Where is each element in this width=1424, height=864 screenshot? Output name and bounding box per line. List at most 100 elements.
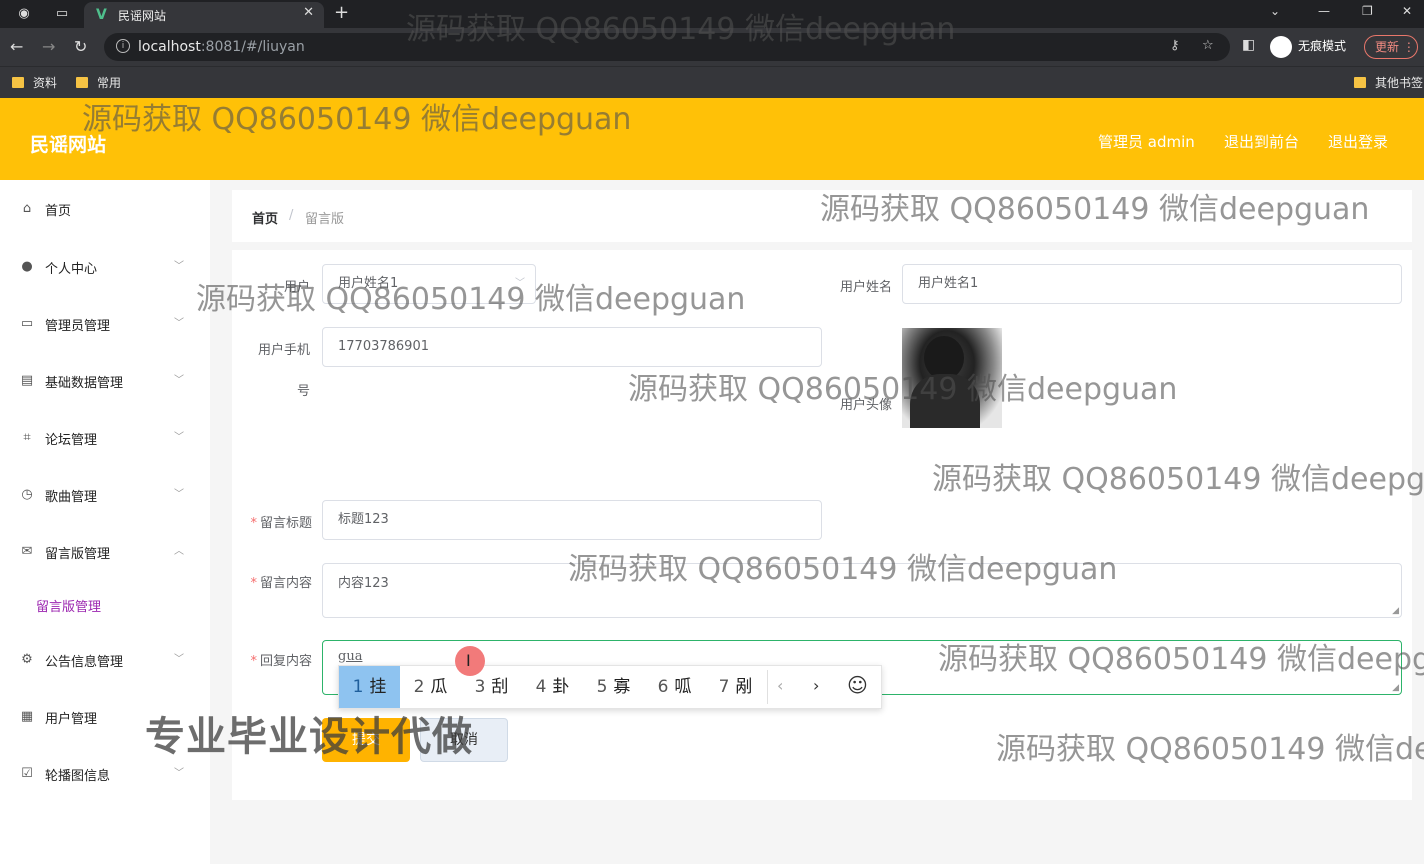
phone-field[interactable]: 17703786901 [322,327,822,367]
sidebar-item-label: 基础数据管理 [45,376,124,391]
incognito-indicator[interactable]: 无痕模式 [1270,34,1346,58]
content-value: 内容123 [338,576,389,591]
new-tab-icon[interactable]: + [334,2,349,23]
ime-candidate[interactable]: 2瓜 [400,666,461,708]
watermark: 源码获取 QQ86050149 微信deepguan [932,462,1424,497]
tab-close-icon[interactable]: ✕ [303,5,314,20]
breadcrumb-separator: / [289,208,294,223]
reload-icon[interactable]: ↻ [74,37,87,56]
sidebar-item-label: 管理员管理 [45,319,111,334]
maximize-icon[interactable]: ❐ [1362,4,1373,18]
reply-label: * 回复内容 [250,654,312,669]
back-to-front-link[interactable]: 退出到前台 [1224,131,1299,152]
sidebar-subitem-guestbook[interactable]: 留言版管理 [36,596,101,615]
watermark: 源码获取 QQ86050149 微信deepguan [628,372,1178,407]
chevron-down-icon: ﹀ [174,318,184,329]
text-cursor-icon: I [466,651,471,670]
user-icon: ● [21,259,33,274]
chevron-up-icon: ︿ [174,546,184,557]
sidebar-item-basedata[interactable]: ▤ 基础数据管理 ﹀ [0,361,210,401]
bookmark-folder[interactable]: 资料 [12,74,57,91]
doc-icon: ▦ [20,709,34,724]
forward-icon[interactable]: → [42,37,55,56]
reply-value: gua [338,649,363,664]
chevron-down-icon: ﹀ [174,261,184,272]
sidebar-item-notices[interactable]: ⚙ 公告信息管理 ﹀ [0,640,210,680]
sidebar-item-label: 歌曲管理 [45,490,98,505]
ime-candidate[interactable]: 1挂 [339,666,400,708]
folder-icon [1354,77,1366,88]
chevron-down-icon: ﹀ [174,375,184,386]
watermark-large: 专业毕业设计代做 [145,714,473,760]
ime-separator [767,670,768,704]
watermark: 源码获取 QQ86050149 微信deepguan [820,192,1370,227]
url-text: localhost:8081/#/liuyan [138,39,305,55]
folder-icon [12,77,24,88]
content-label: * 留言内容 [250,576,312,591]
check-icon: ☑ [21,766,33,781]
sidepanel-icon[interactable]: ◧ [1242,37,1255,53]
chevron-down-icon: ﹀ [174,768,184,779]
sidebar-item-label: 个人中心 [45,262,98,277]
chevron-down-icon: ﹀ [174,489,184,500]
site-info-icon[interactable]: i [116,39,130,53]
user-name-field[interactable]: 用户姓名1 [902,264,1402,304]
ime-prev-icon[interactable]: ‹ [777,676,783,695]
breadcrumb-home[interactable]: 首页 [252,208,278,227]
sidebar-item-profile[interactable]: ● 个人中心 ﹀ [0,247,210,287]
vue-logo-icon: V [96,7,107,23]
sidebar-item-label: 公告信息管理 [45,655,124,670]
sidebar-item-label: 首页 [45,204,72,219]
ime-candidate[interactable]: 6呱 [644,666,705,708]
bookmark-folder[interactable]: 常用 [76,74,121,91]
home-icon: ⌂ [22,201,32,216]
ime-candidate[interactable]: 4卦 [522,666,583,708]
sidebar-item-label: 轮播图信息 [45,769,111,784]
watermark: 源码获取 QQ86050149 微信deepguan [196,282,746,317]
update-button[interactable]: 更新 ⋮ [1364,35,1418,59]
admin-username: 管理员 admin [1098,133,1195,151]
tab-list-icon[interactable]: ⌄ [1270,4,1280,18]
tab-title: 民谣网站 [118,9,167,23]
folder-icon [76,77,88,88]
phone-label-cont: 号 [296,384,310,399]
sidebar-item-label: 用户管理 [45,712,98,727]
crop-icon: ⌗ [23,430,31,445]
window-close-icon[interactable]: ✕ [1402,4,1412,18]
back-icon[interactable]: ← [10,37,23,56]
ime-candidate[interactable]: 5寡 [583,666,644,708]
sidebar-item-home[interactable]: ⌂ 首页 [0,189,210,229]
clock-icon: ◷ [21,487,33,502]
breadcrumb-current: 留言版 [305,212,345,227]
watermark: 源码获取 QQ86050149 微信deepguan [996,732,1424,767]
ime-next-icon[interactable]: › [813,676,819,695]
ime-emoji-icon[interactable]: ☺ [847,673,868,697]
chevron-down-icon: ﹀ [174,654,184,665]
minimize-icon[interactable]: — [1318,4,1330,18]
sidebar-item-label: 论坛管理 [45,433,98,448]
browser-tab[interactable]: V 民谣网站 ✕ [84,2,324,28]
sidebar-item-label: 留言版管理 [45,547,111,562]
bookmark-star-icon[interactable]: ☆ [1202,38,1214,53]
title-field[interactable]: 标题123 [322,500,822,540]
sidebar-item-admins[interactable]: ▭ 管理员管理 ﹀ [0,304,210,344]
resize-handle-icon[interactable]: ◢ [1392,683,1399,693]
key-icon[interactable]: ⚷ [1170,38,1180,53]
browser-menu-icon[interactable]: ◉ [14,4,34,24]
settings-icon: ⚙ [21,652,33,667]
sidebar-item-songs[interactable]: ◷ 歌曲管理 ﹀ [0,475,210,515]
mail-icon: ✉ [21,544,33,559]
watermark: 源码获取 QQ86050149 微信deepguan [406,12,956,47]
watermark: 源码获取 QQ86050149 微信deepguan [938,642,1424,677]
tab-search-icon[interactable]: ▭ [52,4,72,24]
watermark: 源码获取 QQ86050149 微信deepguan [568,552,1118,587]
ime-candidate-window: 1挂 2瓜 3刮 4卦 5寡 6呱 7剐 ‹ › ☺ [338,665,882,709]
other-bookmarks[interactable]: 其他书签 [1354,74,1423,91]
ime-candidate[interactable]: 7剐 [705,666,766,708]
sidebar-item-forum[interactable]: ⌗ 论坛管理 ﹀ [0,418,210,458]
chat-icon: ▭ [20,316,34,331]
card-icon: ▤ [20,373,34,388]
resize-handle-icon[interactable]: ◢ [1392,606,1399,616]
sidebar-item-guestbook[interactable]: ✉ 留言版管理 ︿ [0,532,210,572]
logout-link[interactable]: 退出登录 [1328,131,1388,152]
